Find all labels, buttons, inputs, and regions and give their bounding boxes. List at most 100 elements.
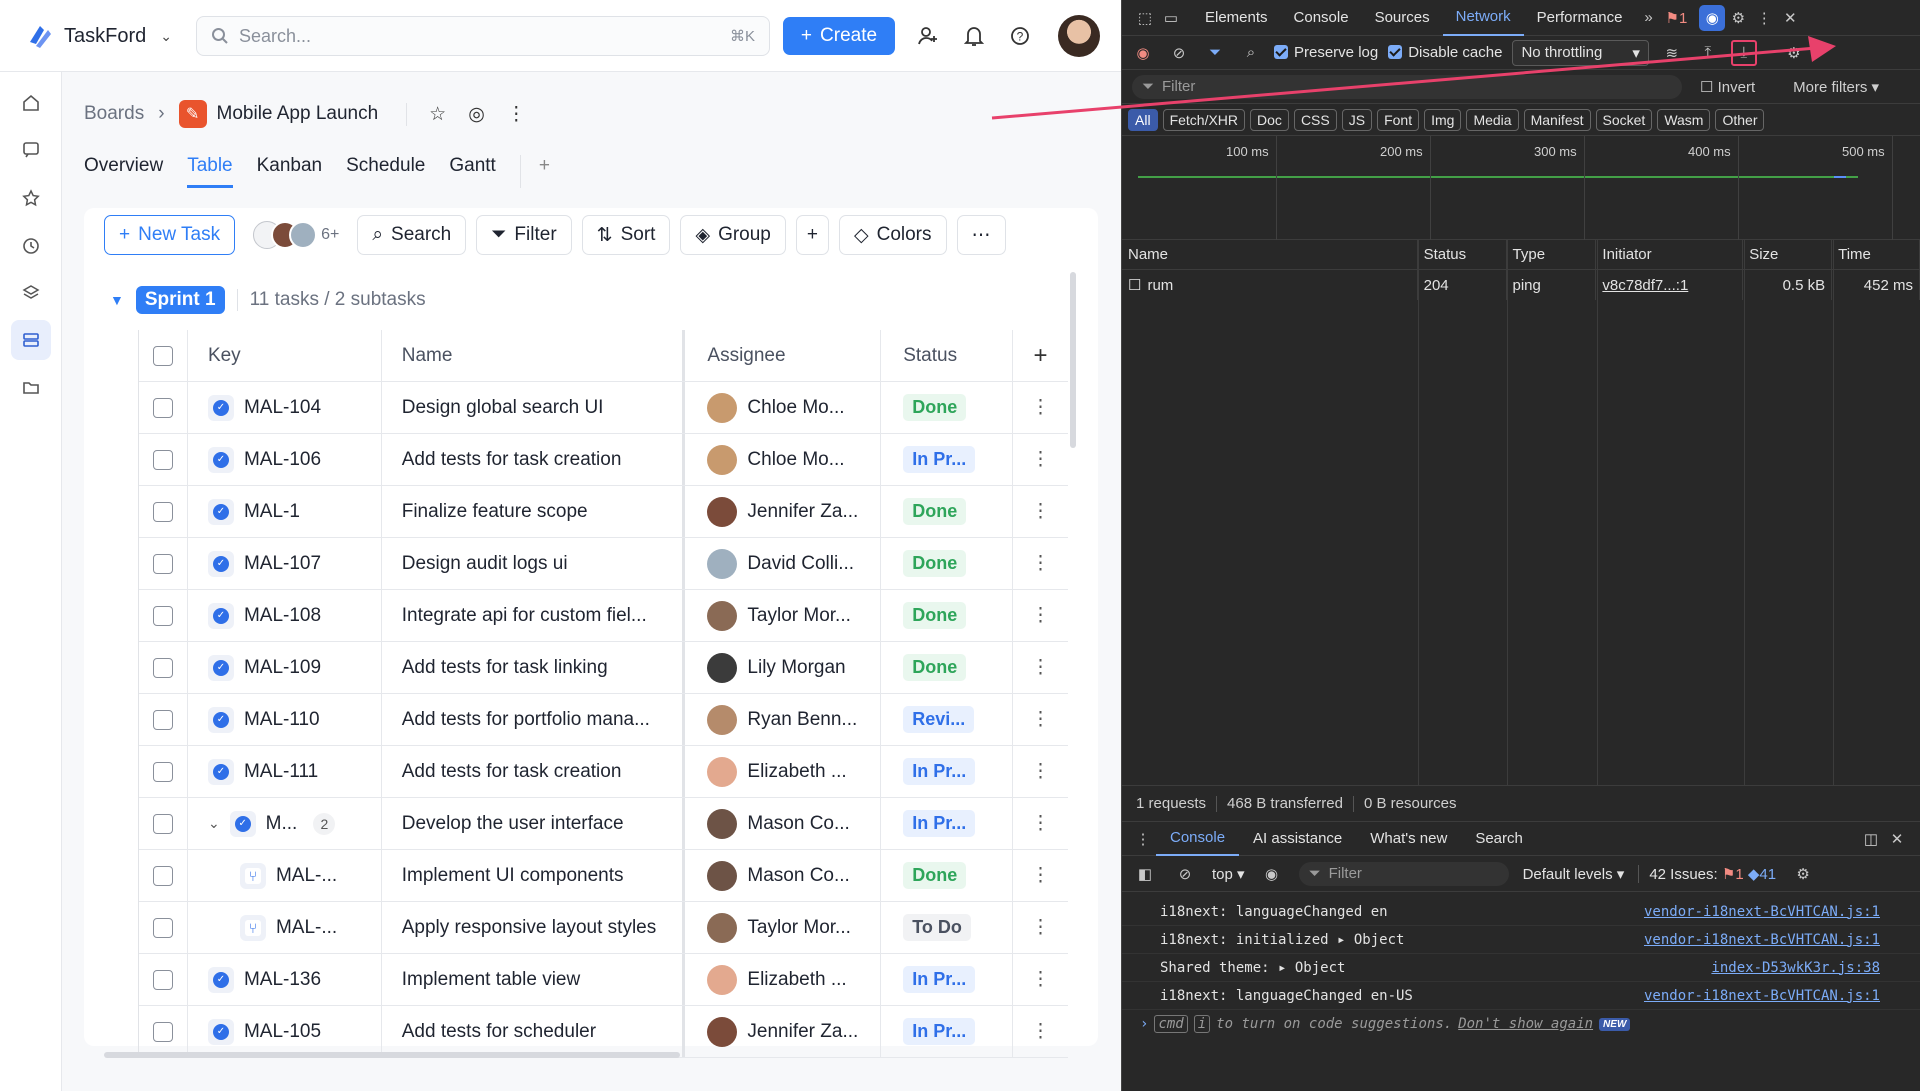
request-row[interactable]: ☐ rum 204 ping v8c78df7...:1 0.5 kB 452 ms (1122, 270, 1920, 300)
row-checkbox[interactable] (139, 813, 187, 834)
row-checkbox[interactable] (139, 865, 187, 886)
star-icon[interactable]: ☆ (429, 103, 446, 126)
header-key[interactable]: Key (186, 330, 381, 381)
row-checkbox[interactable] (139, 501, 187, 522)
sprint-badge[interactable]: Sprint 1 (135, 286, 225, 314)
row-menu-icon[interactable]: ⋮ (1012, 798, 1068, 849)
add-person-icon[interactable] (916, 24, 940, 48)
task-key[interactable]: MAL-108 (244, 605, 321, 627)
task-name[interactable]: Design global search UI (380, 382, 683, 433)
row-checkbox[interactable] (139, 449, 187, 470)
task-key[interactable]: MAL-105 (244, 1021, 321, 1043)
more-filters-dropdown[interactable]: More filters ▾ (1793, 78, 1879, 96)
task-name[interactable]: Finalize feature scope (380, 486, 683, 537)
invert-checkbox[interactable]: ☐ Invert (1700, 78, 1755, 96)
assignee-cell[interactable]: David Colli... (682, 538, 880, 589)
row-checkbox[interactable] (139, 605, 187, 626)
table-row[interactable]: ✓ MAL-109 Add tests for task linking Lily… (139, 642, 1068, 694)
vertical-scrollbar[interactable] (1070, 272, 1076, 448)
task-key[interactable]: MAL-110 (244, 709, 320, 731)
filter-chip-doc[interactable]: Doc (1250, 108, 1289, 131)
row-checkbox[interactable] (139, 761, 187, 782)
console-source-link[interactable]: vendor-i18next-BcVHTCAN.js:1 (1644, 988, 1880, 1004)
status-cell[interactable]: In Pr... (880, 434, 1012, 485)
issues-badge[interactable]: ⚑1 (1666, 9, 1688, 27)
table-row[interactable]: ✓ MAL-107 Design audit logs ui David Coll… (139, 538, 1068, 590)
assignee-cell[interactable]: Jennifer Za... (682, 486, 880, 537)
row-menu-icon[interactable]: ⋮ (1012, 1006, 1068, 1057)
status-cell[interactable]: Done (880, 850, 1012, 901)
header-assignee[interactable]: Assignee (682, 330, 880, 381)
task-key[interactable]: MAL-1 (244, 501, 300, 523)
filter-icon[interactable]: ⏷ (1202, 40, 1228, 66)
task-name[interactable]: Add tests for portfolio mana... (380, 694, 683, 745)
filter-chip-media[interactable]: Media (1466, 108, 1519, 131)
table-row[interactable]: ✓ MAL-111 Add tests for task creation Eli… (139, 746, 1068, 798)
eye-icon[interactable]: ◉ (1259, 861, 1285, 887)
table-row[interactable]: ✓ MAL-108 Integrate api for custom fiel..… (139, 590, 1068, 642)
status-cell[interactable]: In Pr... (880, 954, 1012, 1005)
dont-show-again-link[interactable]: Don't show again (1458, 1016, 1593, 1032)
network-settings-icon[interactable]: ⚙ (1781, 40, 1807, 66)
star-icon[interactable] (11, 178, 51, 218)
chevron-down-icon[interactable]: ⌄ (208, 815, 220, 832)
network-filter-input[interactable]: ⏷ Filter (1132, 74, 1682, 99)
row-menu-icon[interactable]: ⋮ (1012, 746, 1068, 797)
status-cell[interactable]: In Pr... (880, 746, 1012, 797)
history-icon[interactable] (11, 226, 51, 266)
filter-chip-img[interactable]: Img (1424, 108, 1462, 131)
select-all-checkbox[interactable] (139, 345, 187, 366)
task-name[interactable]: Design audit logs ui (380, 538, 683, 589)
console-settings-icon[interactable]: ⚙ (1790, 861, 1816, 887)
colors-button[interactable]: ◇ Colors (838, 215, 947, 255)
issues-counter[interactable]: 42 Issues: ⚑1 ◆41 (1638, 864, 1776, 883)
close-drawer-icon[interactable]: ✕ (1884, 826, 1910, 852)
breadcrumb-project[interactable]: ✎ Mobile App Launch (178, 100, 378, 128)
row-checkbox[interactable] (139, 553, 187, 574)
filter-chip-font[interactable]: Font (1377, 108, 1420, 131)
app-logo[interactable]: TaskFord ⌄ (26, 22, 172, 50)
assignee-cell[interactable]: Mason Co... (682, 798, 880, 849)
console-source-link[interactable]: vendor-i18next-BcVHTCAN.js:1 (1644, 904, 1880, 920)
settings-gear-icon[interactable]: ⚙ (1725, 5, 1751, 31)
filter-chip-socket[interactable]: Socket (1595, 108, 1653, 131)
horizontal-scrollbar[interactable] (104, 1052, 680, 1058)
help-icon[interactable]: ? (1008, 24, 1032, 48)
filter-chip-all[interactable]: All (1128, 108, 1158, 131)
assignee-cell[interactable]: Jennifer Za... (682, 1006, 880, 1057)
console-filter-input[interactable]: ⏷ Filter (1298, 861, 1509, 886)
sort-button[interactable]: ⇅ Sort (581, 215, 671, 255)
user-avatar[interactable] (1058, 15, 1100, 57)
home-icon[interactable] (11, 83, 51, 123)
row-menu-icon[interactable]: ⋮ (1012, 486, 1068, 537)
more-tabs-icon[interactable]: » (1636, 5, 1662, 31)
preserve-log-checkbox[interactable]: Preserve log (1274, 44, 1378, 61)
assignee-cell[interactable]: Elizabeth ... (682, 746, 880, 797)
column-name[interactable]: Name (1122, 240, 1418, 269)
tab-overview[interactable]: Overview (84, 155, 163, 188)
task-key[interactable]: MAL-136 (244, 969, 321, 991)
status-cell[interactable]: Done (880, 382, 1012, 433)
table-row[interactable]: ⑂ MAL-... Apply responsive layout styles … (139, 902, 1068, 954)
clear-console-icon[interactable]: ⊘ (1172, 861, 1198, 887)
request-initiator[interactable]: v8c78df7...:1 (1596, 270, 1744, 300)
assignee-cell[interactable]: Chloe Mo... (682, 434, 880, 485)
row-checkbox[interactable] (139, 709, 187, 730)
status-cell[interactable]: In Pr... (880, 1006, 1012, 1057)
folder-icon[interactable] (11, 367, 51, 407)
filter-chip-other[interactable]: Other (1715, 108, 1765, 131)
task-name[interactable]: Add tests for task creation (380, 434, 683, 485)
drawer-tab-console[interactable]: Console (1156, 822, 1240, 856)
close-icon[interactable]: ✕ (1777, 5, 1803, 31)
filter-chip-js[interactable]: JS (1341, 108, 1373, 131)
export-har-icon[interactable]: ⤓ (1730, 39, 1757, 66)
column-status[interactable]: Status (1418, 240, 1507, 269)
import-har-icon[interactable]: ⤒ (1695, 40, 1721, 66)
add-view-icon[interactable]: + (519, 155, 550, 188)
task-key[interactable]: MAL-... (276, 917, 337, 939)
assignee-cell[interactable]: Taylor Mor... (682, 902, 880, 953)
status-cell[interactable]: To Do (880, 902, 1012, 953)
column-size[interactable]: Size (1743, 240, 1833, 269)
breadcrumb-root[interactable]: Boards (84, 103, 144, 125)
tab-gantt[interactable]: Gantt (449, 155, 495, 188)
